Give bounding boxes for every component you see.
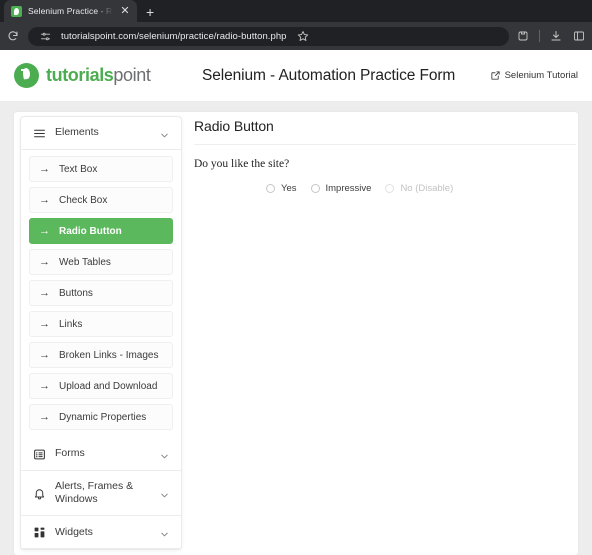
sidebar-group-label: Forms bbox=[55, 447, 85, 460]
sidebar-item-upload-and-download[interactable]: → Upload and Download bbox=[29, 373, 173, 399]
radio-group: Yes Impressive No (Disable) bbox=[194, 183, 576, 194]
sidebar-item-label: Broken Links - Images bbox=[59, 349, 159, 361]
tab-strip: Selenium Practice - Radio Bu ✕ + bbox=[0, 0, 592, 22]
sidebar-item-label: Radio Button bbox=[59, 225, 122, 237]
page-title: Selenium - Automation Practice Form bbox=[202, 66, 456, 84]
arrow-right-icon: → bbox=[39, 379, 50, 392]
selenium-tutorial-label: Selenium Tutorial bbox=[504, 70, 578, 81]
radio-impressive-label: Impressive bbox=[325, 183, 372, 194]
arrow-right-icon: → bbox=[39, 348, 50, 361]
logo-text-primary: tutorials bbox=[46, 65, 114, 85]
sidebar-item-label: Upload and Download bbox=[59, 380, 158, 392]
sidebar-group-alerts-frames-windows[interactable]: Alerts, Frames & Windows bbox=[21, 471, 181, 517]
chevron-down-icon bbox=[159, 128, 170, 139]
external-link-icon bbox=[490, 71, 500, 80]
tutorialspoint-logo-icon bbox=[14, 63, 39, 88]
sidebar-item-label: Links bbox=[59, 318, 83, 330]
sidebar-item-label: Text Box bbox=[59, 163, 98, 175]
downloads-icon[interactable] bbox=[547, 27, 565, 45]
radio-impressive-input[interactable] bbox=[310, 184, 320, 193]
chevron-down-icon bbox=[159, 449, 170, 460]
close-icon[interactable]: ✕ bbox=[119, 5, 131, 17]
toolbar-divider bbox=[539, 30, 540, 42]
logo-text: tutorialspoint bbox=[46, 65, 151, 86]
arrow-right-icon: → bbox=[39, 255, 50, 268]
sidebar-item-text-box[interactable]: → Text Box bbox=[29, 156, 173, 182]
side-panel-icon[interactable] bbox=[570, 27, 588, 45]
sidebar-item-label: Web Tables bbox=[59, 256, 111, 268]
sidebar-group-label: Widgets bbox=[55, 525, 93, 538]
radio-option-impressive[interactable]: Impressive bbox=[310, 183, 372, 194]
sidebar-item-label: Dynamic Properties bbox=[59, 411, 147, 423]
hamburger-icon bbox=[32, 126, 46, 140]
browser-window: Selenium Practice - Radio Bu ✕ + tutoria… bbox=[0, 0, 592, 555]
radio-option-yes[interactable]: Yes bbox=[266, 183, 297, 194]
sidebar-item-dynamic-properties[interactable]: → Dynamic Properties bbox=[29, 404, 173, 430]
sidebar-item-list: → Text Box → Check Box → Radio Button → … bbox=[21, 150, 181, 438]
radio-no-input bbox=[385, 184, 395, 193]
sidebar-item-radio-button[interactable]: → Radio Button bbox=[29, 218, 173, 244]
sidebar-item-links[interactable]: → Links bbox=[29, 311, 173, 337]
sidebar-group-interaction[interactable]: Interaction bbox=[21, 549, 181, 550]
arrow-right-icon: → bbox=[39, 317, 50, 330]
logo-text-secondary: point bbox=[113, 65, 151, 85]
new-tab-button[interactable]: + bbox=[146, 5, 154, 19]
sidebar-item-label: Buttons bbox=[59, 287, 93, 299]
content-area: Elements → Text Box → Check Box → Radio … bbox=[0, 102, 592, 555]
section-heading: Radio Button bbox=[194, 118, 576, 145]
sidebar-group-widgets[interactable]: Widgets bbox=[21, 516, 181, 549]
sidebar-group-label: Elements bbox=[55, 126, 99, 139]
selenium-tutorial-link[interactable]: Selenium Tutorial bbox=[490, 70, 578, 81]
radio-option-no-disable: No (Disable) bbox=[385, 183, 453, 194]
chevron-down-icon bbox=[159, 488, 170, 499]
sidebar-item-web-tables[interactable]: → Web Tables bbox=[29, 249, 173, 275]
reload-icon[interactable] bbox=[4, 27, 22, 45]
sidebar-item-broken-links-images[interactable]: → Broken Links - Images bbox=[29, 342, 173, 368]
tune-icon[interactable] bbox=[36, 27, 54, 45]
sidebar-group-label: Alerts, Frames & Windows bbox=[55, 480, 134, 506]
extensions-icon[interactable] bbox=[514, 27, 532, 45]
sidebar-group-elements[interactable]: Elements bbox=[21, 117, 181, 150]
arrow-right-icon: → bbox=[39, 410, 50, 423]
arrow-right-icon: → bbox=[39, 286, 50, 299]
arrow-right-icon: → bbox=[39, 224, 50, 237]
main-content: Radio Button Do you like the site? Yes I… bbox=[194, 116, 576, 555]
site-logo[interactable]: tutorialspoint bbox=[14, 63, 194, 88]
address-bar[interactable]: tutorialspoint.com/selenium/practice/rad… bbox=[28, 26, 509, 46]
sidebar: Elements → Text Box → Check Box → Radio … bbox=[20, 116, 182, 550]
sidebar-item-label: Check Box bbox=[59, 194, 108, 206]
sidebar-group-forms[interactable]: Forms bbox=[21, 438, 181, 471]
star-icon[interactable] bbox=[294, 27, 312, 45]
grid-icon bbox=[32, 525, 46, 539]
sidebar-item-check-box[interactable]: → Check Box bbox=[29, 187, 173, 213]
radio-no-label: No (Disable) bbox=[400, 183, 454, 194]
arrow-right-icon: → bbox=[39, 193, 50, 206]
page-viewport: tutorialspoint Selenium - Automation Pra… bbox=[0, 50, 592, 555]
arrow-right-icon: → bbox=[39, 162, 50, 175]
question-text: Do you like the site? bbox=[194, 158, 290, 170]
site-header: tutorialspoint Selenium - Automation Pra… bbox=[0, 50, 592, 102]
tab-title: Selenium Practice - Radio Bu bbox=[28, 6, 113, 16]
bell-icon bbox=[32, 486, 46, 500]
browser-tab-active[interactable]: Selenium Practice - Radio Bu ✕ bbox=[4, 0, 137, 22]
browser-toolbar: tutorialspoint.com/selenium/practice/rad… bbox=[0, 22, 592, 50]
tutorialspoint-favicon bbox=[11, 5, 22, 17]
chevron-down-icon bbox=[159, 527, 170, 538]
form-icon bbox=[32, 447, 46, 461]
radio-yes-input[interactable] bbox=[266, 184, 275, 193]
radio-yes-label: Yes bbox=[281, 183, 297, 194]
url-text: tutorialspoint.com/selenium/practice/rad… bbox=[61, 30, 287, 42]
sidebar-item-buttons[interactable]: → Buttons bbox=[29, 280, 173, 306]
